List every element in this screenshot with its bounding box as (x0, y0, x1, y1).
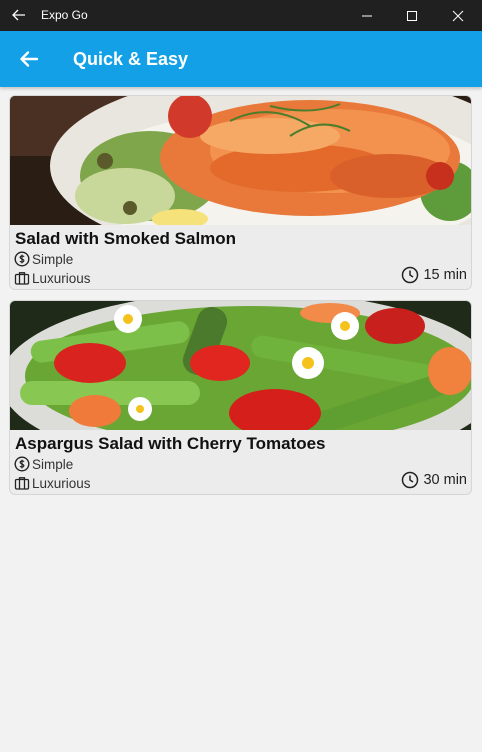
app-header: Quick & Easy (0, 31, 482, 87)
dollar-circle-icon (14, 456, 30, 472)
complexity-label: Simple (32, 456, 74, 472)
meal-image (10, 96, 471, 225)
dollar-circle-icon (14, 251, 30, 267)
window-titlebar: Expo Go (0, 0, 482, 31)
maximize-button[interactable] (389, 0, 435, 31)
meal-image (10, 301, 471, 430)
maximize-icon (407, 10, 417, 21)
minimize-button[interactable] (344, 0, 390, 31)
complexity-label: Simple (32, 251, 74, 267)
affordability-info: Luxurious (14, 270, 91, 286)
app-window: Expo Go Quick & Easy Salad with Smoked S… (0, 0, 482, 752)
affordability-label: Luxurious (32, 475, 91, 491)
duration-info: 15 min (401, 266, 467, 284)
duration-info: 30 min (401, 471, 467, 489)
window-title: Expo Go (41, 8, 88, 22)
close-icon (452, 10, 464, 21)
briefcase-icon (14, 477, 30, 490)
affordability-label: Luxurious (32, 270, 91, 286)
page-title: Quick & Easy (73, 49, 189, 69)
back-arrow-icon[interactable] (17, 47, 41, 71)
meal-card[interactable]: Salad with Smoked Salmon Simple Luxuriou… (9, 95, 472, 290)
briefcase-icon (14, 272, 30, 285)
affordability-info: Luxurious (14, 475, 91, 491)
complexity-info: Simple (14, 456, 73, 472)
meal-title: Aspargus Salad with Cherry Tomatoes (15, 434, 326, 453)
minimize-icon (362, 15, 372, 16)
meal-title: Salad with Smoked Salmon (15, 229, 237, 248)
duration-label: 30 min (423, 472, 467, 488)
clock-icon (402, 266, 419, 284)
clock-icon (402, 471, 419, 489)
complexity-info: Simple (14, 251, 73, 267)
duration-label: 15 min (423, 267, 467, 283)
close-button[interactable] (435, 0, 481, 31)
back-arrow-icon[interactable] (10, 6, 28, 24)
meal-card[interactable]: Aspargus Salad with Cherry Tomatoes Simp… (9, 300, 472, 495)
